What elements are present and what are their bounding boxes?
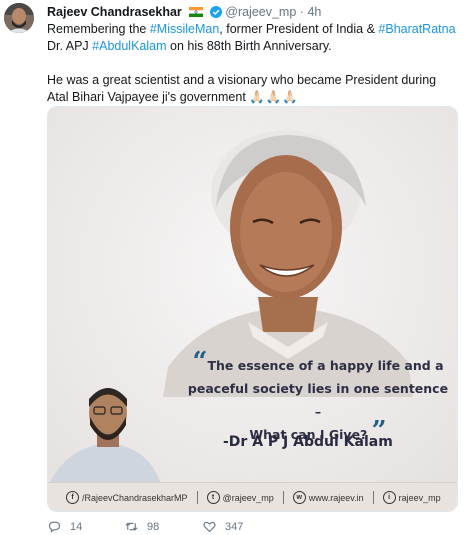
twitter-icon: t [206,491,220,504]
india-flag-icon [189,7,204,17]
like-button[interactable]: 347 [202,519,243,534]
text-run: He was a great scientist and a visionary… [47,73,437,104]
like-count: 347 [225,520,244,533]
footer-instagram-text: rajeev_mp [398,492,441,503]
tweet-header: Rajeev Chandrasekhar @rajeev_mp · 4h [47,5,321,19]
separator-dot: · [299,5,304,19]
text-run: , former President of India & [219,22,379,36]
quote-text: “The essence of a happy life and a peace… [186,349,450,446]
footer-facebook-text: /RajeevChandrasekharMP [82,492,188,503]
avatar-photo [4,3,34,33]
text-run: on his 88th Birth Anniversary. [166,39,332,53]
quote-author: -Dr A P J Abdul Kalam [223,434,393,450]
author-name[interactable]: Rajeev Chandrasekhar [47,5,182,19]
tweet-timestamp[interactable]: 4h [307,5,321,19]
text-run: Remembering the [47,22,150,36]
retweet-button[interactable]: 98 [124,519,202,534]
footer-facebook: f /RajeevChandrasekharMP [66,491,188,504]
footer-twitter-text: @rajeev_mp [222,492,274,503]
quote-line-1: The essence of a happy life and a [207,358,444,373]
heart-icon [203,521,216,533]
verified-badge-icon [209,6,222,18]
author-handle[interactable]: @rajeev_mp [225,5,296,19]
retweet-count: 98 [147,520,160,533]
hashtag-missileman[interactable]: #MissileMan [150,22,219,36]
footer-twitter: t @rajeev_mp [206,491,274,504]
retweet-icon [125,522,138,531]
hashtag-bharatratna[interactable]: #BharatRatna [378,22,455,36]
reply-count: 14 [70,520,83,533]
footer-web-text: www.rajeev.in [308,492,364,503]
image-artwork [48,107,457,511]
folded-hands-emoji: 🙏🏻🙏🏻🙏🏻 [249,90,299,104]
hashtag-abdulkalam[interactable]: #AbdulKalam [92,39,166,53]
image-footer: f /RajeevChandrasekharMP t @rajeev_mp w … [48,482,457,511]
reply-icon [48,521,61,533]
tweet-card: Rajeev Chandrasekhar @rajeev_mp · 4h Rem… [0,0,464,535]
tweet-actions: 14 98 347 [47,519,243,534]
footer-divider [372,491,374,504]
footer-web: w www.rajeev.in [292,491,364,504]
tweet-image[interactable]: “The essence of a happy life and a peace… [47,106,458,512]
tweet-paragraph-1: Remembering the #MissileMan, former Pres… [47,21,459,55]
open-quote-mark: “ [192,347,208,377]
text-run: Dr. APJ [47,39,93,53]
footer-divider [196,491,198,504]
footer-divider [282,491,284,504]
avatar[interactable] [4,3,34,33]
facebook-icon: f [66,491,79,504]
quote-line-2: peaceful society lies in one sentence – [187,381,449,419]
tweet-paragraph-2: He was a great scientist and a visionary… [47,72,459,106]
globe-icon: w [292,491,306,504]
tweet-text: Remembering the #MissileMan, former Pres… [47,21,459,106]
footer-instagram: i rajeev_mp [382,491,441,504]
instagram-icon: i [382,491,396,504]
reply-button[interactable]: 14 [47,519,124,534]
